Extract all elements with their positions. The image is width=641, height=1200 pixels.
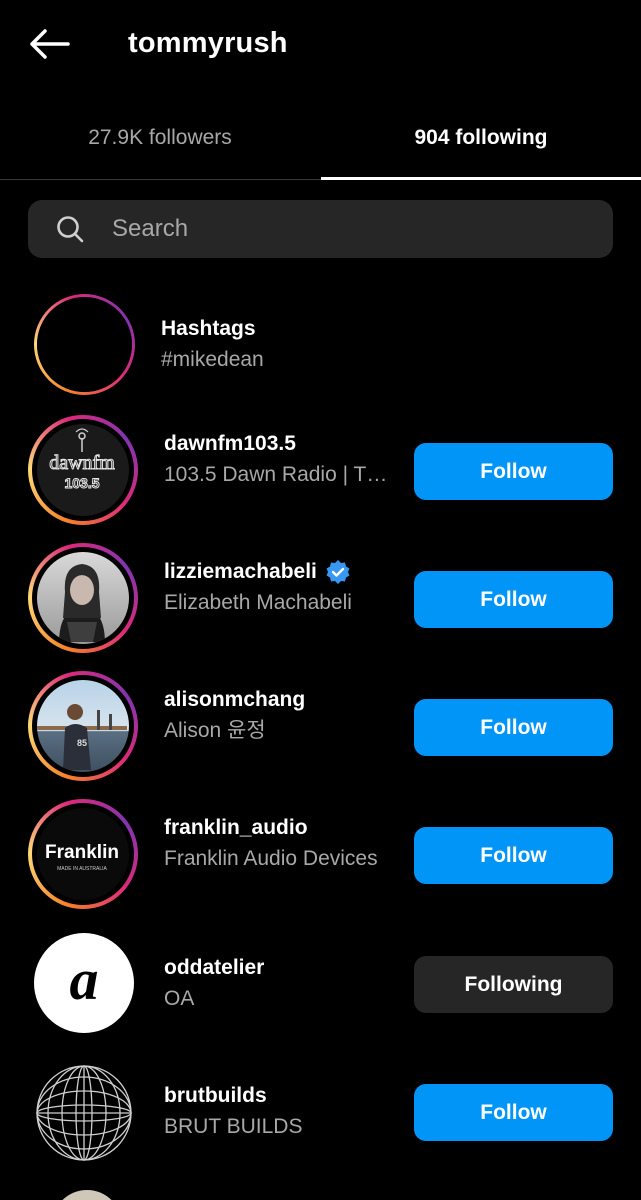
- follow-button[interactable]: Follow: [414, 571, 613, 628]
- tab-followers[interactable]: 27.9K followers: [0, 96, 320, 179]
- subtitle: Alison 윤정: [164, 719, 266, 742]
- follow-button[interactable]: Follow: [414, 443, 613, 500]
- avatar: dawnfm 103.5: [28, 415, 138, 525]
- username: alisonmchang: [164, 688, 306, 711]
- oa-logo: a: [70, 947, 99, 1012]
- subtitle: BRUT BUILDS: [164, 1115, 303, 1138]
- avatar-text: dawnfm: [49, 452, 115, 474]
- search-bar[interactable]: [28, 200, 613, 258]
- subtitle: OA: [164, 987, 195, 1010]
- follow-button[interactable]: Follow: [414, 827, 613, 884]
- search-icon: [57, 216, 84, 243]
- list-item[interactable]: 85 alisonmchang Alison 윤정 Follow: [0, 671, 641, 781]
- verified-badge-icon: [326, 560, 350, 584]
- follow-button[interactable]: Follow: [414, 1084, 613, 1141]
- list-item[interactable]: lizziemachabeli Elizabeth Machabeli Foll…: [0, 543, 641, 653]
- username: Hashtags: [161, 317, 256, 340]
- active-tab-indicator: [321, 177, 641, 180]
- dawnfm-logo: dawnfm 103.5: [49, 428, 116, 492]
- username: oddatelier: [164, 956, 265, 979]
- avatar: [34, 294, 135, 395]
- avatar: 85: [28, 671, 138, 781]
- following-button[interactable]: Following: [414, 956, 613, 1013]
- avatar: [28, 543, 138, 653]
- list-item[interactable]: brutbuilds BRUT BUILDS Follow: [0, 1061, 641, 1171]
- svg-text:85: 85: [77, 738, 87, 748]
- tab-bar: 27.9K followers 904 following: [0, 96, 641, 180]
- list-item[interactable]: Hashtags #mikedean: [0, 294, 641, 404]
- username: lizziemachabeli: [164, 560, 317, 583]
- search-input[interactable]: [112, 200, 592, 258]
- page-title: tommyrush: [128, 27, 288, 59]
- tab-following[interactable]: 904 following: [321, 96, 641, 179]
- follow-button[interactable]: Follow: [414, 699, 613, 756]
- subtitle: Elizabeth Machabeli: [164, 591, 352, 614]
- subtitle: Franklin Audio Devices: [164, 847, 378, 870]
- list-item[interactable]: dawnfm 103.5 dawnfm103.5 103.5 Dawn Radi…: [0, 415, 641, 525]
- arrow-left-icon: [30, 29, 70, 59]
- person-photo: 85: [37, 704, 127, 770]
- avatar: [34, 1063, 134, 1163]
- list-item[interactable]: a oddatelier OA Following: [0, 933, 641, 1043]
- avatar-text-2: MADE IN AUSTRALIA: [57, 866, 107, 872]
- back-button[interactable]: [26, 24, 72, 64]
- avatar: Franklin MADE IN AUSTRALIA: [28, 799, 138, 909]
- franklin-logo: Franklin MADE IN AUSTRALIA: [45, 842, 119, 872]
- username: franklin_audio: [164, 816, 308, 839]
- header: tommyrush: [0, 0, 641, 88]
- subtitle: #mikedean: [161, 348, 264, 371]
- subtitle: 103.5 Dawn Radio | The Weeknd: [164, 463, 392, 486]
- avatar-text-2: 103.5: [64, 475, 99, 491]
- list-item[interactable]: Franklin MADE IN AUSTRALIA franklin_audi…: [0, 799, 641, 909]
- username-with-badge: lizziemachabeli: [164, 559, 351, 585]
- avatar-text: a: [70, 947, 99, 1012]
- username: brutbuilds: [164, 1084, 267, 1107]
- username: dawnfm103.5: [164, 432, 296, 455]
- avatar-text: Franklin: [45, 842, 119, 863]
- avatar: [52, 1190, 122, 1200]
- avatar: a: [34, 933, 134, 1033]
- hashtag-icon: [62, 319, 107, 370]
- wireframe-globe-icon: [36, 1065, 132, 1161]
- person-photo: [59, 564, 105, 642]
